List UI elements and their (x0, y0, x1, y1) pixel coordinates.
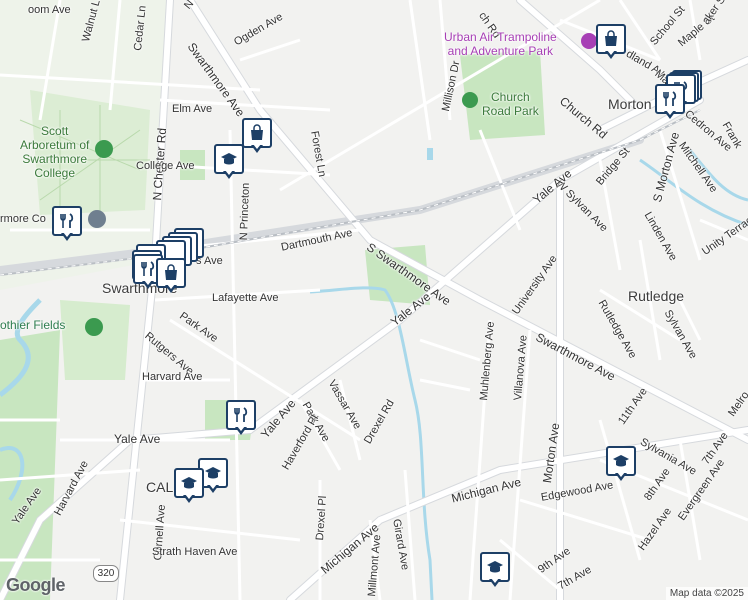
shopping-pin[interactable] (596, 24, 626, 60)
street-label-n-princeton: N Princeton (238, 182, 252, 241)
restaurant-icon (60, 213, 74, 228)
google-logo[interactable]: Google (6, 575, 66, 596)
shopping-bag-icon (251, 124, 263, 140)
restaurant-icon (234, 407, 248, 422)
school-pin[interactable] (606, 446, 636, 482)
park-icon[interactable] (462, 92, 478, 108)
street-label-lafayette-ave: Lafayette Ave (212, 292, 279, 304)
route-320-shield: 320 (93, 565, 119, 582)
restaurant-pin[interactable] (226, 400, 256, 436)
street-label-college-ave: College Ave (136, 160, 195, 172)
school-pin[interactable] (214, 144, 244, 180)
graduation-cap-icon (205, 467, 221, 479)
flower-icon[interactable] (95, 140, 113, 158)
street-label-swarthmore-co: rmore Co (0, 213, 46, 225)
street-label-yale-ave-w: Yale Ave (114, 432, 161, 446)
restaurant-icon (663, 91, 677, 106)
street-label-harvard-ave: Harvard Ave (142, 371, 203, 383)
street-label-oom-ave: oom Ave (28, 4, 71, 16)
map-canvas[interactable]: oom Ave Walnut Ln Cedar Ln N Ches Ogden … (0, 0, 748, 600)
street-label-elm-ave: Elm Ave (172, 103, 213, 115)
school-pin[interactable] (480, 552, 510, 588)
graduation-cap-icon (613, 455, 629, 467)
restaurant-pin[interactable] (52, 206, 82, 242)
restaurant-icon (141, 261, 155, 276)
shopping-bag-icon (165, 264, 177, 280)
place-label-morton: Morton (608, 96, 652, 112)
poi-label-rothier-fields[interactable]: othier Fields (0, 318, 65, 332)
school-pin[interactable] (174, 468, 204, 504)
attraction-icon[interactable] (581, 33, 597, 49)
poi-label-church-road-park[interactable]: Church Road Park (482, 90, 539, 118)
poi-label-urban-air[interactable]: Urban Air Trampoline and Adventure Park (444, 30, 557, 58)
graduation-cap-icon (181, 477, 197, 489)
shopping-pin[interactable] (242, 118, 272, 154)
poi-label-scott-arboretum[interactable]: Scott Arboretum of Swarthmore College (20, 124, 89, 180)
shopping-bag-icon (605, 30, 617, 46)
place-label-rutledge: Rutledge (628, 288, 685, 304)
school-marker-icon[interactable] (88, 210, 106, 228)
place-label-cal: CAL (146, 479, 174, 495)
map-attribution[interactable]: Map data ©2025 (665, 587, 748, 600)
graduation-cap-icon (221, 153, 237, 165)
street-label-strath-haven: Strath Haven Ave (152, 546, 238, 558)
graduation-cap-icon (487, 561, 503, 573)
sports-icon[interactable] (85, 318, 103, 336)
restaurant-pin[interactable] (655, 84, 685, 120)
shopping-pin[interactable] (156, 258, 186, 294)
